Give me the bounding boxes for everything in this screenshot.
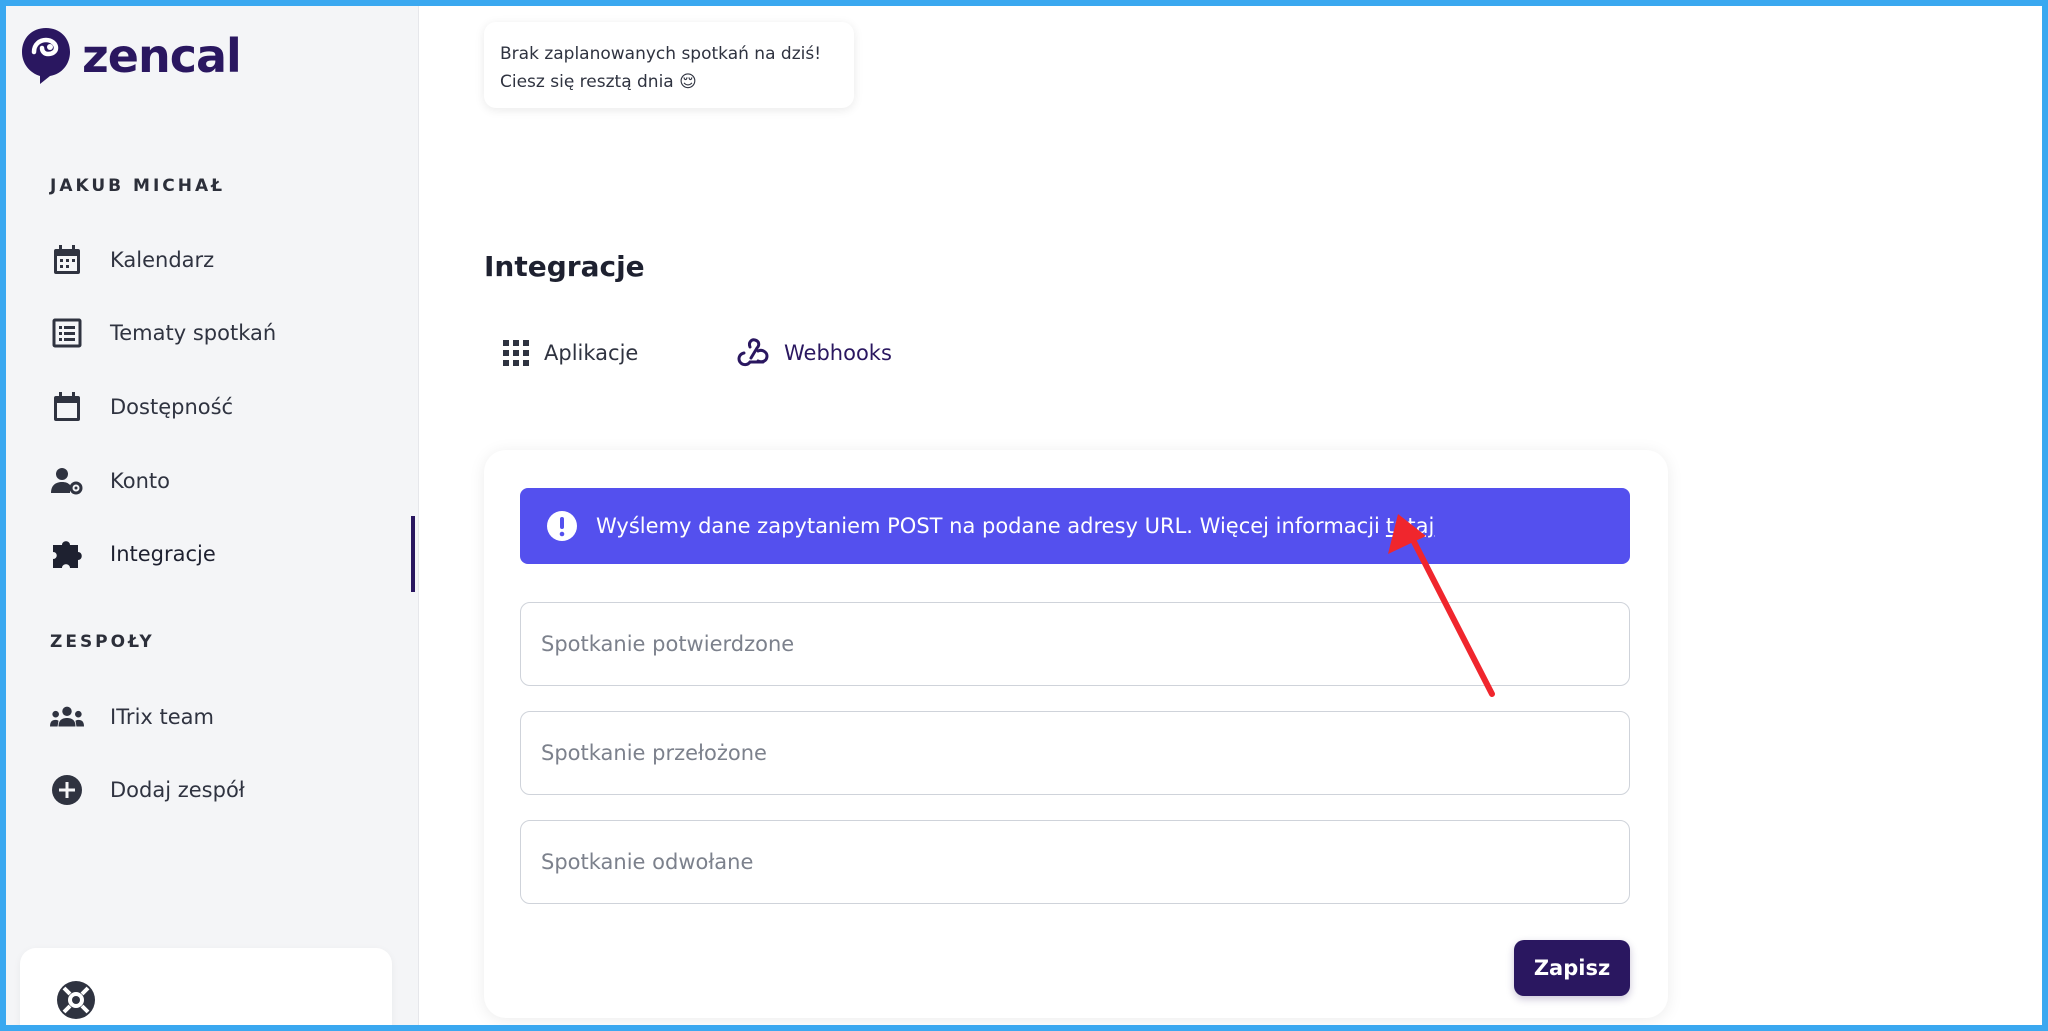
sidebar-item-dostepnosc[interactable]: Dostępność xyxy=(50,385,410,429)
webhook-cancelled-input[interactable] xyxy=(541,821,1609,903)
webhook-rescheduled-input[interactable] xyxy=(541,712,1609,794)
field-spotkanie-odwolane[interactable] xyxy=(520,820,1630,904)
toast-line-1: Brak zaplanowanych spotkań na dziś! xyxy=(500,44,822,64)
info-icon xyxy=(547,511,577,541)
sidebar-add-team[interactable]: Dodaj zespół xyxy=(50,768,410,812)
list-icon xyxy=(50,316,84,350)
sidebar-team-itrix[interactable]: ITrix team xyxy=(50,695,410,739)
banner-message: Wyślemy dane zapytaniem POST na podane a… xyxy=(596,514,1380,538)
sidebar-item-label: Dodaj zespół xyxy=(110,778,245,802)
tab-aplikacje[interactable]: Aplikacje xyxy=(502,332,638,374)
webhook-icon xyxy=(737,338,769,367)
logo-text: zencal xyxy=(82,29,242,83)
save-button[interactable]: Zapisz xyxy=(1514,940,1630,996)
sidebar-item-label: Kalendarz xyxy=(110,248,215,272)
sidebar-item-label: ITrix team xyxy=(110,705,214,729)
info-banner: Wyślemy dane zapytaniem POST na podane a… xyxy=(520,488,1630,564)
banner-text: Wyślemy dane zapytaniem POST na podane a… xyxy=(596,514,1434,538)
zencal-logo-icon xyxy=(22,28,70,84)
lifebuoy-icon xyxy=(57,981,95,1019)
team-icon xyxy=(50,700,84,734)
sidebar-item-integracje[interactable]: Integracje xyxy=(50,532,410,576)
calendar-blank-icon xyxy=(50,390,84,424)
page-title: Integracje xyxy=(484,250,645,283)
webhooks-card: Wyślemy dane zapytaniem POST na podane a… xyxy=(484,450,1668,1018)
sidebar-item-label: Integracje xyxy=(110,542,216,566)
banner-link[interactable]: tutaj xyxy=(1386,514,1434,538)
sidebar-item-label: Dostępność xyxy=(110,395,234,419)
sidebar-item-konto[interactable]: Konto xyxy=(50,459,410,503)
field-spotkanie-potwierdzone[interactable] xyxy=(520,602,1630,686)
user-section-title: JAKUB MICHAŁ xyxy=(50,176,226,196)
puzzle-icon xyxy=(50,537,84,571)
tab-label: Webhooks xyxy=(784,341,892,365)
app-window: zencal JAKUB MICHAŁ Kalendarz Tematy spo… xyxy=(0,0,2048,1031)
user-gear-icon xyxy=(50,464,84,498)
sidebar-item-label: Konto xyxy=(110,469,170,493)
toast-line-2: Ciesz się resztą dnia 😌 xyxy=(500,72,697,92)
field-spotkanie-przelozone[interactable] xyxy=(520,711,1630,795)
calendar-icon xyxy=(50,243,84,277)
logo[interactable]: zencal xyxy=(20,26,242,86)
tab-label: Aplikacje xyxy=(544,341,639,365)
sidebar: zencal JAKUB MICHAŁ Kalendarz Tematy spo… xyxy=(6,6,419,1025)
no-meetings-toast: Brak zaplanowanych spotkań na dziś! Cies… xyxy=(484,22,854,108)
webhook-confirmed-input[interactable] xyxy=(541,603,1609,685)
sidebar-item-tematy[interactable]: Tematy spotkań xyxy=(50,311,410,355)
teams-section-title: ZESPOŁY xyxy=(50,632,155,652)
plus-circle-icon xyxy=(50,773,84,807)
help-card[interactable] xyxy=(20,948,392,1025)
active-indicator xyxy=(411,516,415,592)
grid-icon xyxy=(503,340,529,366)
tab-webhooks[interactable]: Webhooks xyxy=(736,332,892,374)
sidebar-item-kalendarz[interactable]: Kalendarz xyxy=(50,238,410,282)
sidebar-item-label: Tematy spotkań xyxy=(110,321,277,345)
